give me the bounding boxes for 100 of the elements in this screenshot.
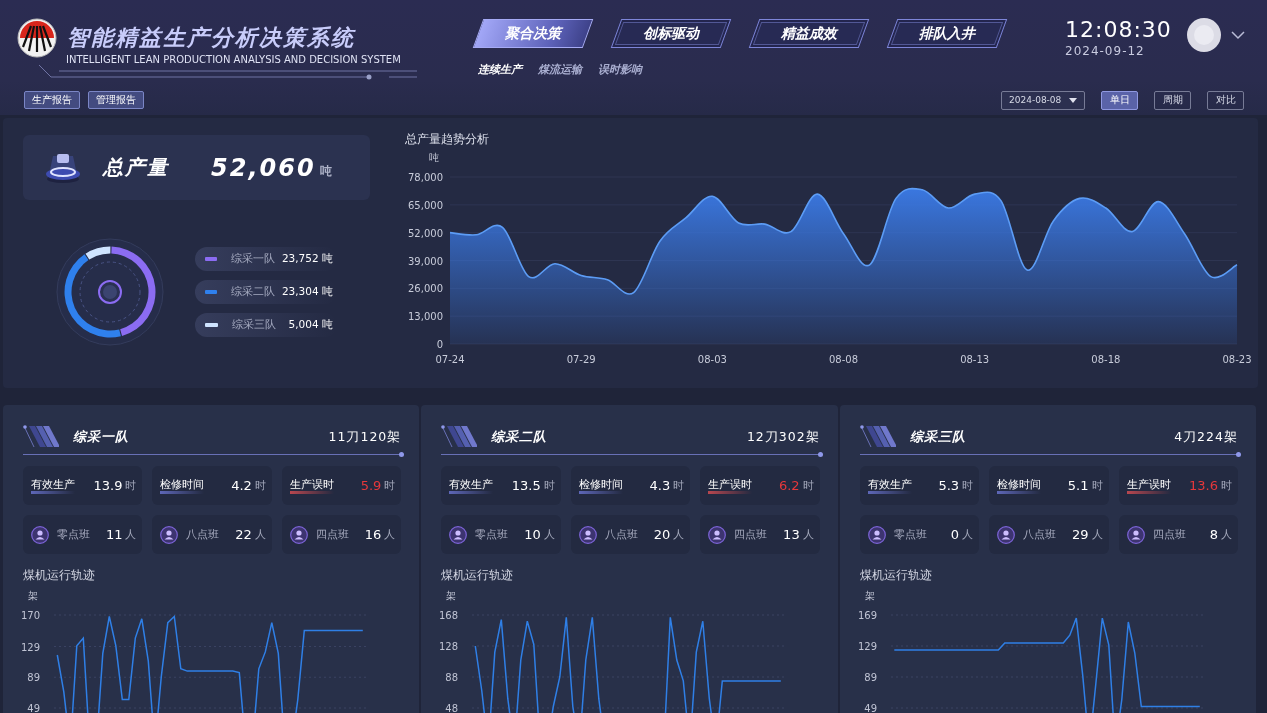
shift-count: 29: [1071, 527, 1089, 542]
legend-name: 综采二队: [230, 285, 276, 299]
nav-tab[interactable]: 创标驱动: [610, 19, 732, 48]
shift-label: 零点班: [57, 527, 90, 542]
shift-count: 0: [949, 527, 960, 542]
axis-unit: 架: [864, 590, 875, 601]
shift-count: 11: [104, 527, 123, 542]
chart-title: 煤机运行轨迹: [441, 567, 515, 584]
date-picker[interactable]: 2024-08-08: [1001, 90, 1085, 110]
team-name: 综采二队: [491, 428, 548, 446]
nav-tab[interactable]: 排队入井: [886, 19, 1008, 48]
legend-value: 5,004 吨: [288, 318, 333, 332]
metric-label: 有效生产: [31, 477, 75, 494]
period-button[interactable]: 单日: [1101, 90, 1138, 110]
caret-down-icon: [1069, 97, 1077, 103]
unit-label: 吨: [319, 163, 332, 180]
shift-label: 八点班: [186, 527, 220, 542]
unit-label: 人: [384, 527, 396, 542]
podium-icon: [45, 151, 81, 184]
legend-name: 综采一队: [230, 252, 276, 266]
unit-label: 时: [125, 478, 137, 493]
metric-value: 5.3: [937, 478, 960, 493]
axis-label: 89: [27, 672, 40, 684]
shift-count: 8: [1208, 527, 1218, 542]
unit-label: 时: [1221, 478, 1232, 493]
unit-label: 时: [802, 478, 814, 493]
axis-label: 52,000: [408, 227, 443, 239]
app-title: 智能精益生产分析决策系统: [67, 24, 355, 52]
stripes-icon: [859, 425, 896, 449]
unit-label: 时: [384, 478, 396, 493]
metric-label: 生产误时: [1126, 477, 1171, 494]
axis-label: 13,000: [408, 311, 443, 323]
unit-label: 时: [962, 478, 974, 493]
axis-label: 08-23: [1222, 354, 1252, 365]
person-icon: [449, 525, 468, 544]
team-name: 综采三队: [909, 428, 966, 446]
clock-date: 2024-09-12: [1065, 44, 1146, 58]
shift-label: 八点班: [1023, 527, 1057, 542]
metric-label: 检修时间: [160, 477, 205, 494]
axis-unit: 架: [446, 590, 457, 601]
shift-label: 四点班: [1152, 527, 1186, 542]
axis-label: 168: [439, 610, 459, 621]
axis-label: 128: [439, 641, 459, 652]
unit-label: 时: [543, 478, 555, 493]
unit-label: 时: [254, 478, 266, 493]
shift-label: 零点班: [475, 527, 509, 542]
unit-label: 人: [673, 527, 685, 542]
period-button[interactable]: 对比: [1207, 90, 1244, 110]
axis-label: 65,000: [408, 199, 443, 211]
axis-label: 26,000: [408, 283, 443, 295]
sub-tab[interactable]: 连续生产: [478, 62, 522, 77]
legend-value: 23,304 吨: [281, 285, 333, 299]
person-icon: [578, 525, 597, 544]
unit-label: 人: [1091, 527, 1103, 542]
avatar-icon[interactable]: [1187, 18, 1221, 52]
person-icon: [867, 525, 886, 544]
report-button[interactable]: 管理报告: [88, 91, 144, 109]
nav-tab[interactable]: 精益成效: [748, 19, 870, 48]
person-icon: [160, 525, 179, 544]
shift-count: 20: [652, 527, 671, 542]
unit-label: 人: [254, 527, 266, 542]
person-icon: [997, 525, 1016, 544]
metric-value: 13.9: [92, 478, 123, 493]
person-icon: [1126, 525, 1145, 544]
metric-value: 6.2: [777, 478, 800, 493]
total-value: 52,060: [211, 153, 316, 182]
shift-count: 13: [782, 527, 800, 542]
legend-name: 综采三队: [231, 318, 277, 332]
shift-label: 四点班: [734, 527, 768, 542]
unit-label: 时: [1091, 478, 1103, 493]
axis-unit: 架: [28, 590, 38, 601]
clock-time: 12:08:30: [1065, 16, 1172, 44]
axis-label: 170: [20, 610, 40, 621]
metric-label: 有效生产: [867, 477, 912, 494]
chart-title: 煤机运行轨迹: [859, 567, 933, 584]
chart-title: 煤机运行轨迹: [23, 567, 96, 584]
report-button[interactable]: 生产报告: [24, 91, 80, 109]
axis-label: 49: [863, 703, 877, 713]
axis-unit: 吨: [429, 152, 439, 163]
axis-label: 169: [857, 610, 877, 621]
period-button[interactable]: 周期: [1154, 90, 1191, 110]
nav-tab[interactable]: 聚合决策: [472, 19, 594, 48]
shift-count: 22: [234, 527, 252, 542]
team-spec: 11刀120架: [328, 428, 402, 446]
axis-label: 07-29: [566, 354, 596, 365]
person-icon: [289, 525, 308, 544]
axis-label: 08-08: [828, 354, 859, 365]
chevron-down-icon[interactable]: [1231, 30, 1245, 40]
sub-tab[interactable]: 煤流运输: [538, 62, 582, 77]
team-name: 综采一队: [73, 428, 129, 446]
shift-label: 四点班: [315, 527, 349, 542]
unit-label: 人: [962, 527, 974, 542]
metric-value: 5.1: [1066, 478, 1089, 493]
shift-count: 10: [523, 527, 541, 542]
unit-label: 人: [543, 527, 555, 542]
axis-label: 39,000: [408, 255, 443, 267]
axis-label: 129: [857, 641, 877, 652]
shift-label: 八点班: [604, 527, 638, 542]
sub-tab[interactable]: 误时影响: [598, 62, 642, 77]
person-icon: [31, 525, 49, 544]
